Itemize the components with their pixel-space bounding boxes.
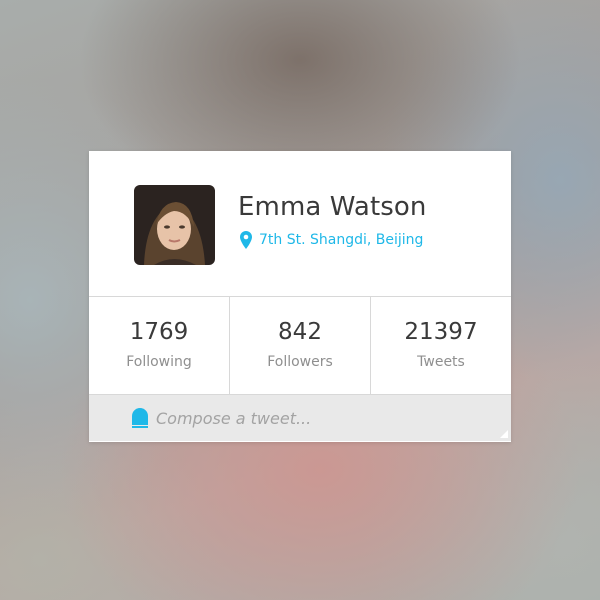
- stat-tweets[interactable]: 21397 Tweets: [371, 297, 511, 394]
- stats-bar: 1769 Following 842 Followers 21397 Tweet…: [89, 297, 511, 395]
- stat-label: Followers: [267, 354, 333, 370]
- stat-value: 21397: [404, 319, 478, 345]
- stat-following[interactable]: 1769 Following: [89, 297, 230, 394]
- compose-bubble-icon: [132, 408, 148, 428]
- stat-value: 1769: [129, 319, 189, 345]
- stat-label: Following: [126, 354, 192, 370]
- profile-name: Emma Watson: [238, 192, 427, 222]
- profile-card: Emma Watson 7th St. Shangdi, Beijing 176…: [89, 151, 511, 442]
- avatar[interactable]: [134, 185, 215, 265]
- resize-handle[interactable]: [500, 430, 508, 438]
- profile-header: Emma Watson 7th St. Shangdi, Beijing: [89, 151, 511, 297]
- stat-value: 842: [278, 319, 322, 345]
- location-text[interactable]: 7th St. Shangdi, Beijing: [259, 232, 423, 248]
- compose-placeholder: Compose a tweet...: [156, 408, 312, 428]
- compose-tweet-input[interactable]: Compose a tweet...: [89, 395, 511, 441]
- stat-followers[interactable]: 842 Followers: [230, 297, 371, 394]
- profile-location: 7th St. Shangdi, Beijing: [240, 231, 423, 249]
- map-pin-icon: [240, 231, 252, 249]
- avatar-photo: [134, 185, 215, 265]
- stat-label: Tweets: [417, 354, 465, 370]
